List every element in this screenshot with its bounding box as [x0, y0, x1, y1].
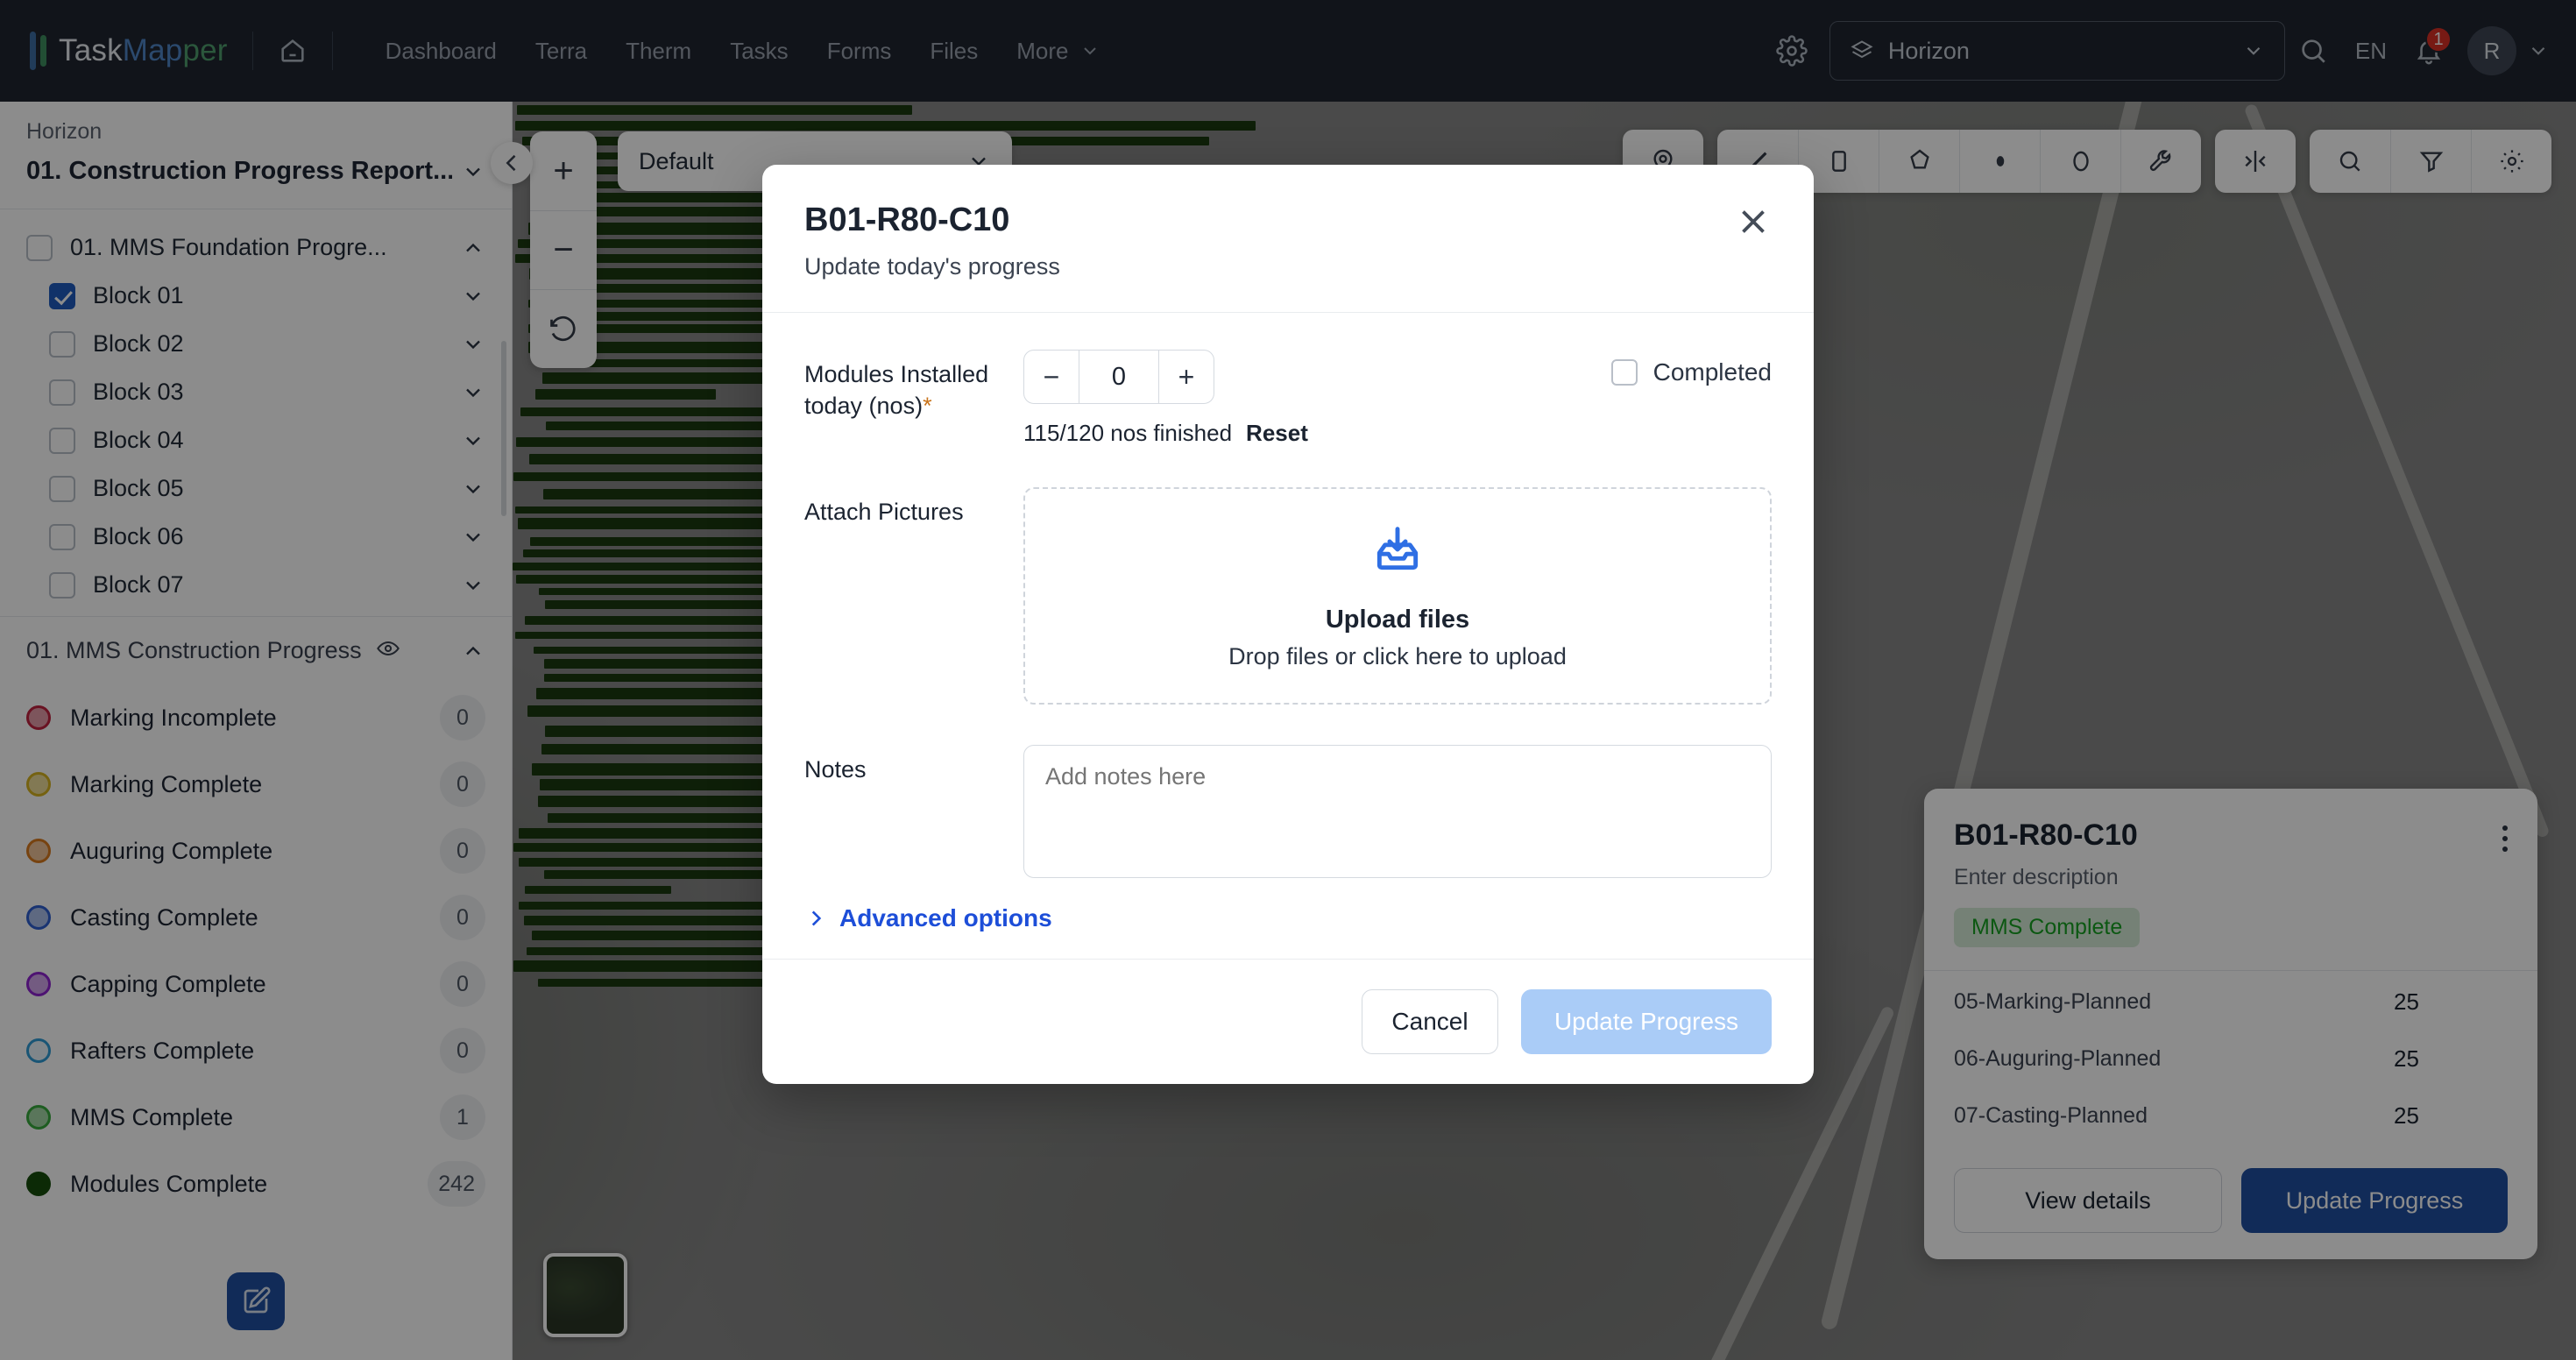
field-modules-installed: Modules Installed today (nos)* − 0 + 115… — [804, 350, 1772, 447]
advanced-options-label: Advanced options — [839, 904, 1052, 931]
close-icon[interactable] — [1733, 202, 1773, 242]
modal-body: Modules Installed today (nos)* − 0 + 115… — [762, 313, 1814, 959]
submit-update-progress-button[interactable]: Update Progress — [1521, 989, 1772, 1054]
completed-checkbox[interactable] — [1610, 359, 1638, 386]
modal-title: B01-R80-C10 — [804, 202, 1010, 238]
completed-checkbox-group[interactable]: Completed — [1610, 350, 1772, 386]
reset-button[interactable]: Reset — [1246, 420, 1308, 447]
modules-label-text: Modules Installed today (nos) — [804, 361, 989, 420]
field-notes: Notes — [804, 745, 1772, 878]
quantity-stepper: − 0 + — [1023, 350, 1214, 404]
progress-text: 115/120 nos finished — [1023, 420, 1233, 446]
cancel-button[interactable]: Cancel — [1362, 989, 1498, 1054]
field-label-modules: Modules Installed today (nos)* — [804, 350, 1023, 422]
chevron-right-icon — [811, 910, 822, 926]
completed-label: Completed — [1652, 358, 1772, 386]
stepper-decrement-button[interactable]: − — [1024, 351, 1079, 403]
modal-header: B01-R80-C10 Update today's progress — [762, 165, 1814, 313]
stepper-value[interactable]: 0 — [1079, 351, 1159, 403]
field-label-notes: Notes — [804, 756, 867, 783]
upload-subtitle: Drop files or click here to upload — [1228, 642, 1567, 669]
modal-subtitle: Update today's progress — [804, 253, 1060, 280]
stepper-increment-button[interactable]: + — [1159, 351, 1214, 403]
notes-input[interactable] — [1023, 745, 1772, 878]
file-dropzone[interactable]: Upload files Drop files or click here to… — [1023, 487, 1772, 705]
required-asterisk: * — [923, 393, 932, 420]
modal-footer: Cancel Update Progress — [762, 959, 1814, 1084]
field-label-attach: Attach Pictures — [804, 499, 964, 525]
field-attach-pictures: Attach Pictures Upload files Drop files … — [804, 487, 1772, 705]
upload-tray-icon — [1370, 522, 1425, 581]
upload-title: Upload files — [1325, 605, 1470, 634]
update-progress-modal: B01-R80-C10 Update today's progress Modu… — [762, 165, 1814, 1084]
advanced-options-toggle[interactable]: Advanced options — [804, 904, 1772, 932]
